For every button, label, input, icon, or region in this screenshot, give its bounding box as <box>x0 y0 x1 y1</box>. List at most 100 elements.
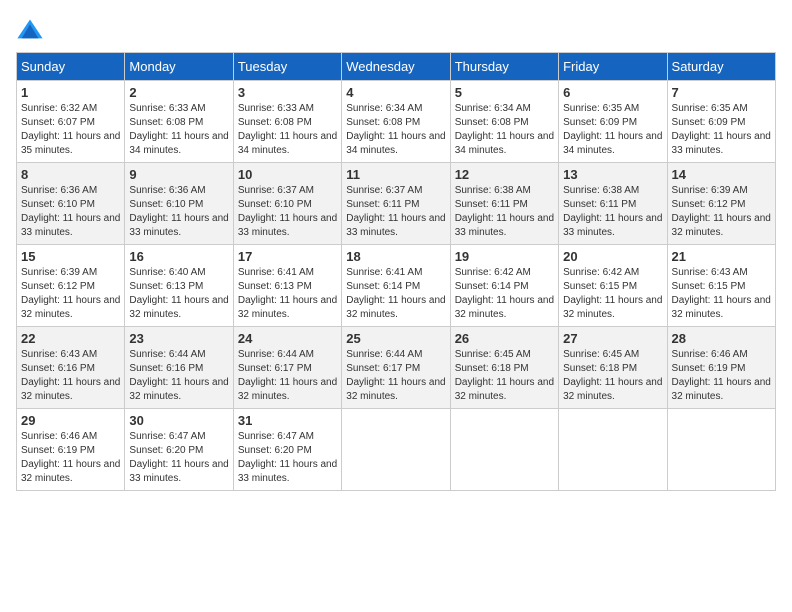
sunrise-label: Sunrise: 6:42 AM <box>563 267 639 278</box>
sunset-label: Sunset: 6:10 PM <box>21 199 95 210</box>
daylight-label: Daylight: 11 hours and 34 minutes. <box>455 131 554 156</box>
calendar-header-saturday: Saturday <box>667 53 775 81</box>
daylight-label: Daylight: 11 hours and 33 minutes. <box>129 213 228 238</box>
day-number: 16 <box>129 249 228 264</box>
sunset-label: Sunset: 6:08 PM <box>346 117 420 128</box>
sunrise-label: Sunrise: 6:43 AM <box>21 349 97 360</box>
day-number: 25 <box>346 331 445 346</box>
sunrise-label: Sunrise: 6:38 AM <box>563 185 639 196</box>
day-number: 18 <box>346 249 445 264</box>
day-info: Sunrise: 6:36 AM Sunset: 6:10 PM Dayligh… <box>129 184 228 240</box>
calendar-cell <box>559 409 667 491</box>
day-number: 12 <box>455 167 554 182</box>
day-info: Sunrise: 6:40 AM Sunset: 6:13 PM Dayligh… <box>129 266 228 322</box>
day-number: 26 <box>455 331 554 346</box>
day-number: 13 <box>563 167 662 182</box>
calendar-cell: 15 Sunrise: 6:39 AM Sunset: 6:12 PM Dayl… <box>17 245 125 327</box>
day-number: 22 <box>21 331 120 346</box>
sunset-label: Sunset: 6:08 PM <box>238 117 312 128</box>
sunrise-label: Sunrise: 6:45 AM <box>455 349 531 360</box>
day-info: Sunrise: 6:45 AM Sunset: 6:18 PM Dayligh… <box>563 348 662 404</box>
sunset-label: Sunset: 6:18 PM <box>563 363 637 374</box>
day-info: Sunrise: 6:38 AM Sunset: 6:11 PM Dayligh… <box>563 184 662 240</box>
sunrise-label: Sunrise: 6:36 AM <box>21 185 97 196</box>
day-number: 11 <box>346 167 445 182</box>
calendar-cell: 28 Sunrise: 6:46 AM Sunset: 6:19 PM Dayl… <box>667 327 775 409</box>
sunset-label: Sunset: 6:11 PM <box>455 199 528 210</box>
sunset-label: Sunset: 6:08 PM <box>455 117 529 128</box>
sunrise-label: Sunrise: 6:35 AM <box>672 103 748 114</box>
daylight-label: Daylight: 11 hours and 32 minutes. <box>21 377 120 402</box>
day-info: Sunrise: 6:45 AM Sunset: 6:18 PM Dayligh… <box>455 348 554 404</box>
sunset-label: Sunset: 6:10 PM <box>129 199 203 210</box>
calendar-cell: 11 Sunrise: 6:37 AM Sunset: 6:11 PM Dayl… <box>342 163 450 245</box>
day-number: 6 <box>563 85 662 100</box>
day-info: Sunrise: 6:33 AM Sunset: 6:08 PM Dayligh… <box>129 102 228 158</box>
day-number: 20 <box>563 249 662 264</box>
calendar-cell: 4 Sunrise: 6:34 AM Sunset: 6:08 PM Dayli… <box>342 81 450 163</box>
day-info: Sunrise: 6:35 AM Sunset: 6:09 PM Dayligh… <box>563 102 662 158</box>
daylight-label: Daylight: 11 hours and 32 minutes. <box>21 295 120 320</box>
sunset-label: Sunset: 6:14 PM <box>346 281 420 292</box>
calendar-cell: 9 Sunrise: 6:36 AM Sunset: 6:10 PM Dayli… <box>125 163 233 245</box>
calendar-cell: 6 Sunrise: 6:35 AM Sunset: 6:09 PM Dayli… <box>559 81 667 163</box>
calendar-cell: 27 Sunrise: 6:45 AM Sunset: 6:18 PM Dayl… <box>559 327 667 409</box>
calendar-cell <box>450 409 558 491</box>
day-number: 2 <box>129 85 228 100</box>
calendar-cell: 20 Sunrise: 6:42 AM Sunset: 6:15 PM Dayl… <box>559 245 667 327</box>
daylight-label: Daylight: 11 hours and 32 minutes. <box>129 377 228 402</box>
calendar-cell: 14 Sunrise: 6:39 AM Sunset: 6:12 PM Dayl… <box>667 163 775 245</box>
calendar-cell: 18 Sunrise: 6:41 AM Sunset: 6:14 PM Dayl… <box>342 245 450 327</box>
day-number: 28 <box>672 331 771 346</box>
calendar-cell <box>667 409 775 491</box>
day-info: Sunrise: 6:47 AM Sunset: 6:20 PM Dayligh… <box>129 430 228 486</box>
day-number: 14 <box>672 167 771 182</box>
day-info: Sunrise: 6:43 AM Sunset: 6:16 PM Dayligh… <box>21 348 120 404</box>
calendar-cell: 23 Sunrise: 6:44 AM Sunset: 6:16 PM Dayl… <box>125 327 233 409</box>
calendar-header-row: SundayMondayTuesdayWednesdayThursdayFrid… <box>17 53 776 81</box>
daylight-label: Daylight: 11 hours and 32 minutes. <box>672 377 771 402</box>
calendar-cell: 8 Sunrise: 6:36 AM Sunset: 6:10 PM Dayli… <box>17 163 125 245</box>
sunrise-label: Sunrise: 6:40 AM <box>129 267 205 278</box>
day-info: Sunrise: 6:44 AM Sunset: 6:16 PM Dayligh… <box>129 348 228 404</box>
sunset-label: Sunset: 6:20 PM <box>129 445 203 456</box>
calendar-cell: 26 Sunrise: 6:45 AM Sunset: 6:18 PM Dayl… <box>450 327 558 409</box>
calendar-header-friday: Friday <box>559 53 667 81</box>
daylight-label: Daylight: 11 hours and 32 minutes. <box>563 377 662 402</box>
day-info: Sunrise: 6:44 AM Sunset: 6:17 PM Dayligh… <box>346 348 445 404</box>
sunrise-label: Sunrise: 6:47 AM <box>129 431 205 442</box>
calendar-header-tuesday: Tuesday <box>233 53 341 81</box>
day-number: 17 <box>238 249 337 264</box>
day-number: 30 <box>129 413 228 428</box>
sunset-label: Sunset: 6:14 PM <box>455 281 529 292</box>
daylight-label: Daylight: 11 hours and 32 minutes. <box>238 377 337 402</box>
sunrise-label: Sunrise: 6:34 AM <box>346 103 422 114</box>
sunrise-label: Sunrise: 6:44 AM <box>129 349 205 360</box>
daylight-label: Daylight: 11 hours and 33 minutes. <box>346 213 445 238</box>
daylight-label: Daylight: 11 hours and 32 minutes. <box>455 377 554 402</box>
sunset-label: Sunset: 6:10 PM <box>238 199 312 210</box>
daylight-label: Daylight: 11 hours and 33 minutes. <box>563 213 662 238</box>
sunrise-label: Sunrise: 6:42 AM <box>455 267 531 278</box>
day-number: 27 <box>563 331 662 346</box>
sunset-label: Sunset: 6:17 PM <box>346 363 420 374</box>
sunset-label: Sunset: 6:11 PM <box>346 199 419 210</box>
calendar-week-2: 8 Sunrise: 6:36 AM Sunset: 6:10 PM Dayli… <box>17 163 776 245</box>
daylight-label: Daylight: 11 hours and 33 minutes. <box>238 213 337 238</box>
sunset-label: Sunset: 6:12 PM <box>21 281 95 292</box>
daylight-label: Daylight: 11 hours and 32 minutes. <box>346 377 445 402</box>
sunrise-label: Sunrise: 6:46 AM <box>21 431 97 442</box>
calendar-cell: 17 Sunrise: 6:41 AM Sunset: 6:13 PM Dayl… <box>233 245 341 327</box>
logo <box>16 16 48 44</box>
sunset-label: Sunset: 6:09 PM <box>672 117 746 128</box>
day-info: Sunrise: 6:41 AM Sunset: 6:13 PM Dayligh… <box>238 266 337 322</box>
sunset-label: Sunset: 6:17 PM <box>238 363 312 374</box>
sunrise-label: Sunrise: 6:41 AM <box>238 267 314 278</box>
day-number: 21 <box>672 249 771 264</box>
day-number: 4 <box>346 85 445 100</box>
sunset-label: Sunset: 6:07 PM <box>21 117 95 128</box>
day-number: 23 <box>129 331 228 346</box>
daylight-label: Daylight: 11 hours and 32 minutes. <box>672 295 771 320</box>
calendar-cell: 19 Sunrise: 6:42 AM Sunset: 6:14 PM Dayl… <box>450 245 558 327</box>
daylight-label: Daylight: 11 hours and 33 minutes. <box>238 459 337 484</box>
